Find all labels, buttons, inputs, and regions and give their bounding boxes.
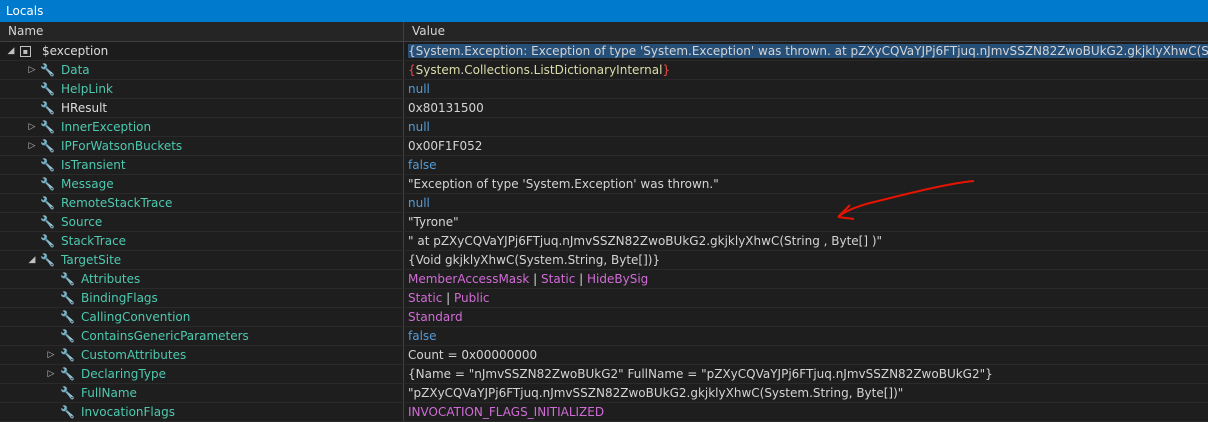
wrench-icon: 🔧 [40,196,55,210]
tree-row-stacktrace[interactable]: 🔧 StackTrace " at pZXyCQVaYJPj6FTjuq.nJm… [0,232,1208,251]
row-name: Attributes [81,272,141,286]
wrench-icon: 🔧 [40,120,55,134]
tree-row-message[interactable]: 🔧 Message "Exception of type 'System.Exc… [0,175,1208,194]
row-name: FullName [81,386,137,400]
tree-row-attributes[interactable]: 🔧 Attributes MemberAccessMask | Static |… [0,270,1208,289]
row-name: HResult [61,101,108,115]
row-value[interactable]: " at pZXyCQVaYJPj6FTjuq.nJmvSSZN82ZwoBUk… [408,234,882,248]
tree-row-bindingflags[interactable]: 🔧 BindingFlags Static | Public [0,289,1208,308]
wrench-icon: 🔧 [60,348,75,362]
tree-row-remotestacktrace[interactable]: 🔧 RemoteStackTrace null [0,194,1208,213]
column-header-name[interactable]: Name [0,22,404,41]
wrench-icon: 🔧 [40,158,55,172]
wrench-icon: 🔧 [40,215,55,229]
collapse-arrow-icon[interactable]: ◢ [27,251,37,269]
row-name: InnerException [61,120,152,134]
row-value[interactable]: null [408,196,430,210]
tree-row-ipforwatsonbuckets[interactable]: ▷ 🔧 IPForWatsonBuckets 0x00F1F052 [0,137,1208,156]
row-value[interactable]: {Name = "nJmvSSZN82ZwoBUkG2" FullName = … [408,367,993,381]
tree-row-callingconvention[interactable]: 🔧 CallingConvention Standard [0,308,1208,327]
locals-tree: ◢ ▪ $exception {System.Exception: Except… [0,42,1208,422]
row-value[interactable]: 0x80131500 [408,101,484,115]
row-name: TargetSite [61,253,122,267]
column-header-value[interactable]: Value [404,22,445,41]
tree-row-data[interactable]: ▷ 🔧 Data {System.Collections.ListDiction… [0,61,1208,80]
window-title: Locals [6,4,44,18]
row-name: Source [61,215,103,229]
tree-row-customattributes[interactable]: ▷ 🔧 CustomAttributes Count = 0x00000000 [0,346,1208,365]
tree-row-containsgenericparameters[interactable]: 🔧 ContainsGenericParameters false [0,327,1208,346]
row-name: IsTransient [61,158,126,172]
row-value[interactable]: "pZXyCQVaYJPj6FTjuq.nJmvSSZN82ZwoBUkG2.g… [408,386,903,400]
row-name: $exception [42,44,109,58]
row-name: RemoteStackTrace [61,196,173,210]
row-value[interactable]: {Void gkjklyXhwC(System.String, Byte[])} [408,253,660,267]
tree-row-declaringtype[interactable]: ▷ 🔧 DeclaringType {Name = "nJmvSSZN82Zwo… [0,365,1208,384]
row-name: IPForWatsonBuckets [61,139,183,153]
exception-object-icon: ▪ [20,46,31,57]
row-value[interactable]: null [408,82,430,96]
expand-arrow-icon[interactable]: ▷ [27,61,37,79]
row-name: Data [61,63,90,77]
wrench-icon: 🔧 [40,82,55,96]
wrench-icon: 🔧 [60,291,75,305]
row-name: ContainsGenericParameters [81,329,249,343]
wrench-icon: 🔧 [40,177,55,191]
row-value[interactable]: {System.Exception: Exception of type 'Sy… [408,44,1208,58]
row-name: HelpLink [61,82,113,96]
row-name: CustomAttributes [81,348,187,362]
row-value[interactable]: Count = 0x00000000 [408,348,537,362]
tree-row-source[interactable]: 🔧 Source "Tyrone" [0,213,1208,232]
row-value[interactable]: {System.Collections.ListDictionaryIntern… [404,61,1208,79]
row-value[interactable]: MemberAccessMask | Static | HideBySig [404,270,1208,288]
collapse-arrow-icon[interactable]: ◢ [6,42,16,60]
row-value[interactable]: 0x00F1F052 [408,139,482,153]
tree-row-exception[interactable]: ◢ ▪ $exception {System.Exception: Except… [0,42,1208,61]
expand-arrow-icon[interactable]: ▷ [27,137,37,155]
column-header: Name Value [0,22,1208,42]
row-name: BindingFlags [81,291,158,305]
wrench-icon: 🔧 [40,139,55,153]
tree-row-istransient[interactable]: 🔧 IsTransient false [0,156,1208,175]
row-value[interactable]: false [408,158,437,172]
wrench-icon: 🔧 [60,310,75,324]
wrench-icon: 🔧 [40,101,55,115]
row-value[interactable]: false [408,329,437,343]
row-value[interactable]: Static | Public [404,289,1208,307]
wrench-icon: 🔧 [40,253,55,267]
expand-arrow-icon[interactable]: ▷ [46,346,56,364]
expand-arrow-icon[interactable]: ▷ [27,118,37,136]
wrench-icon: 🔧 [60,367,75,381]
row-name: StackTrace [61,234,127,248]
row-name: Message [61,177,114,191]
wrench-icon: 🔧 [60,272,75,286]
row-name: DeclaringType [81,367,166,381]
row-value[interactable]: "Tyrone" [408,215,459,229]
wrench-icon: 🔧 [60,405,75,419]
tree-row-innerexception[interactable]: ▷ 🔧 InnerException null [0,118,1208,137]
row-value[interactable]: Standard [408,310,463,324]
row-value[interactable]: null [408,120,430,134]
row-value[interactable]: "Exception of type 'System.Exception' wa… [408,177,719,191]
tree-row-targetsite[interactable]: ◢ 🔧 TargetSite {Void gkjklyXhwC(System.S… [0,251,1208,270]
wrench-icon: 🔧 [60,329,75,343]
row-name: CallingConvention [81,310,191,324]
annotation-arrow-icon [837,180,975,220]
locals-window-title: Locals [0,0,1208,22]
row-value[interactable]: INVOCATION_FLAGS_INITIALIZED [408,405,604,419]
tree-row-hresult[interactable]: 🔧 HResult 0x80131500 [0,99,1208,118]
wrench-icon: 🔧 [60,386,75,400]
wrench-icon: 🔧 [40,63,55,77]
tree-row-fullname[interactable]: 🔧 FullName "pZXyCQVaYJPj6FTjuq.nJmvSSZN8… [0,384,1208,403]
expand-arrow-icon[interactable]: ▷ [46,365,56,383]
tree-row-helplink[interactable]: 🔧 HelpLink null [0,80,1208,99]
wrench-icon: 🔧 [40,234,55,248]
